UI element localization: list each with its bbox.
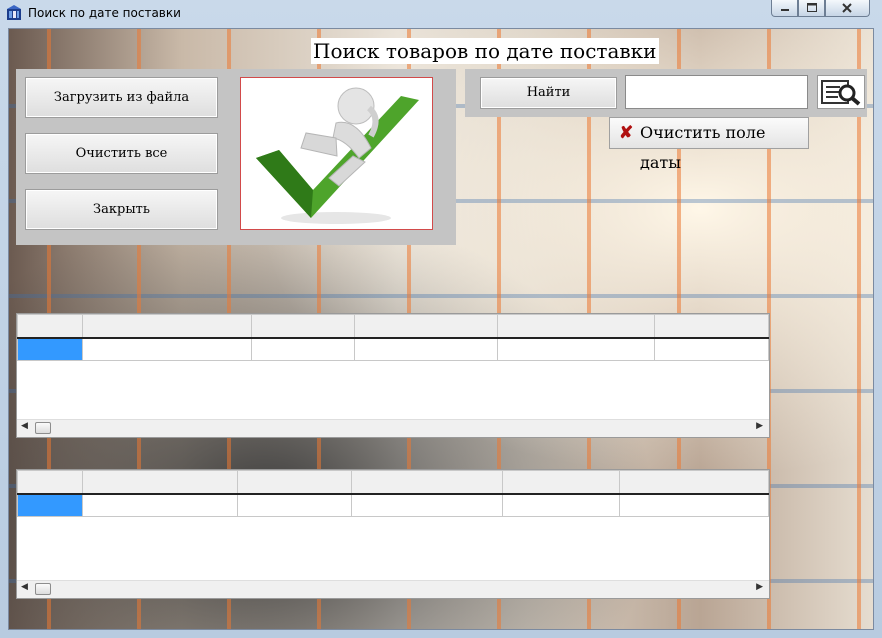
title-bar[interactable]: Поиск по дате поставки [0, 0, 882, 26]
grid-cell[interactable] [354, 337, 498, 361]
grid-header-row [17, 470, 769, 495]
grid-cell[interactable] [81, 493, 239, 517]
grid-cell[interactable] [654, 337, 769, 361]
clear-all-button[interactable]: Очистить все [25, 133, 218, 174]
minimize-icon [781, 9, 789, 11]
grid-corner-cell[interactable] [17, 470, 83, 495]
row-header-cell[interactable] [17, 493, 83, 517]
table-row[interactable] [17, 493, 769, 517]
close-window-button[interactable] [825, 0, 870, 17]
grid-cell[interactable] [618, 493, 769, 517]
table-row[interactable] [17, 337, 769, 361]
scroll-left-icon[interactable]: ◀ [21, 421, 28, 431]
checkmark-picture [240, 77, 433, 230]
clear-date-label: Очистить поле даты [640, 123, 766, 172]
figure-with-checkmark-image [256, 87, 419, 224]
maximize-button[interactable] [798, 0, 825, 17]
column-header[interactable] [251, 314, 356, 339]
search-image-button[interactable] [817, 75, 865, 109]
results-grid-lower[interactable]: ◀ ▶ [16, 469, 770, 599]
grid-cell[interactable] [237, 493, 352, 517]
find-button[interactable]: Найти [480, 77, 617, 109]
magnifier-document-icon [821, 80, 861, 106]
grid-table [17, 314, 769, 361]
app-icon [7, 5, 21, 20]
scroll-left-icon[interactable]: ◀ [21, 582, 28, 592]
horizontal-scrollbar[interactable]: ◀ ▶ [17, 419, 769, 437]
clear-date-field-button[interactable]: ✘ Очистить поле даты [609, 117, 809, 172]
form-client-area: Поиск товаров по дате поставки Загрузить… [8, 28, 874, 630]
close-button[interactable]: Закрыть [25, 189, 218, 230]
grid-table [17, 470, 769, 517]
scroll-right-icon[interactable]: ▶ [756, 582, 763, 592]
scroll-thumb[interactable] [35, 583, 51, 595]
action-panel: Загрузить из файла Очистить все Закрыть [16, 69, 456, 245]
column-header[interactable] [354, 314, 498, 339]
column-header[interactable] [502, 470, 620, 495]
load-from-file-button[interactable]: Загрузить из файла [25, 77, 218, 118]
scroll-right-icon[interactable]: ▶ [756, 421, 763, 431]
grid-cell[interactable] [350, 493, 504, 517]
column-header[interactable] [618, 470, 769, 495]
red-x-icon: ✘ [619, 123, 634, 143]
grid-cell[interactable] [81, 337, 253, 361]
maximize-icon [807, 3, 817, 12]
page-title: Поиск товаров по дате поставки [311, 38, 659, 64]
minimize-button[interactable] [771, 0, 798, 17]
column-header[interactable] [496, 314, 656, 339]
grid-cell[interactable] [502, 493, 620, 517]
column-header[interactable] [237, 470, 352, 495]
column-header[interactable] [350, 470, 504, 495]
grid-header-row [17, 314, 769, 339]
column-header[interactable] [81, 314, 253, 339]
results-grid-upper[interactable]: ◀ ▶ [16, 313, 770, 438]
grid-cell[interactable] [251, 337, 356, 361]
application-window: Поиск по дате поставки Поиск товаров по … [0, 0, 882, 638]
scroll-thumb[interactable] [35, 422, 51, 434]
horizontal-scrollbar[interactable]: ◀ ▶ [17, 580, 769, 598]
grid-corner-cell[interactable] [17, 314, 83, 339]
row-header-cell[interactable] [17, 337, 83, 361]
search-panel: Найти [465, 69, 867, 117]
column-header[interactable] [654, 314, 769, 339]
column-header[interactable] [81, 470, 239, 495]
close-icon [842, 3, 852, 13]
grid-cell[interactable] [496, 337, 656, 361]
window-title: Поиск по дате поставки [28, 6, 181, 20]
date-input[interactable] [625, 75, 808, 109]
